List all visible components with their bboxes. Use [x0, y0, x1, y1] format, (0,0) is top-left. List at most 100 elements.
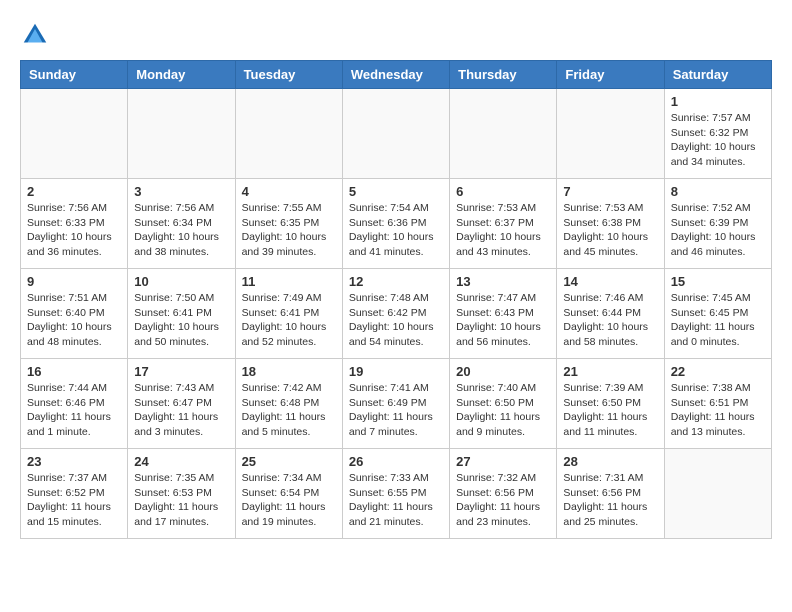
day-info: Sunrise: 7:56 AM Sunset: 6:33 PM Dayligh… — [27, 201, 121, 260]
calendar-cell: 7 Sunrise: 7:53 AM Sunset: 6:38 PM Daylig… — [557, 179, 664, 269]
calendar-cell — [21, 89, 128, 179]
calendar-cell — [557, 89, 664, 179]
day-number: 15 — [671, 274, 765, 289]
calendar-cell: 20 Sunrise: 7:40 AM Sunset: 6:50 PM Dayli… — [450, 359, 557, 449]
calendar-cell: 25 Sunrise: 7:34 AM Sunset: 6:54 PM Dayli… — [235, 449, 342, 539]
calendar-cell: 26 Sunrise: 7:33 AM Sunset: 6:55 PM Dayli… — [342, 449, 449, 539]
day-info: Sunrise: 7:38 AM Sunset: 6:51 PM Dayligh… — [671, 381, 765, 440]
day-info: Sunrise: 7:52 AM Sunset: 6:39 PM Dayligh… — [671, 201, 765, 260]
calendar-cell: 28 Sunrise: 7:31 AM Sunset: 6:56 PM Dayli… — [557, 449, 664, 539]
day-number: 25 — [242, 454, 336, 469]
calendar-week-1: 1 Sunrise: 7:57 AM Sunset: 6:32 PM Daylig… — [21, 89, 772, 179]
calendar-cell: 2 Sunrise: 7:56 AM Sunset: 6:33 PM Daylig… — [21, 179, 128, 269]
logo-icon — [20, 20, 50, 50]
day-info: Sunrise: 7:45 AM Sunset: 6:45 PM Dayligh… — [671, 291, 765, 350]
day-info: Sunrise: 7:33 AM Sunset: 6:55 PM Dayligh… — [349, 471, 443, 530]
day-info: Sunrise: 7:34 AM Sunset: 6:54 PM Dayligh… — [242, 471, 336, 530]
weekday-header-row: SundayMondayTuesdayWednesdayThursdayFrid… — [21, 61, 772, 89]
calendar-week-2: 2 Sunrise: 7:56 AM Sunset: 6:33 PM Daylig… — [21, 179, 772, 269]
day-number: 2 — [27, 184, 121, 199]
day-number: 10 — [134, 274, 228, 289]
calendar-cell: 16 Sunrise: 7:44 AM Sunset: 6:46 PM Dayli… — [21, 359, 128, 449]
calendar-cell: 21 Sunrise: 7:39 AM Sunset: 6:50 PM Dayli… — [557, 359, 664, 449]
day-info: Sunrise: 7:31 AM Sunset: 6:56 PM Dayligh… — [563, 471, 657, 530]
weekday-header-friday: Friday — [557, 61, 664, 89]
day-number: 20 — [456, 364, 550, 379]
weekday-header-tuesday: Tuesday — [235, 61, 342, 89]
day-info: Sunrise: 7:57 AM Sunset: 6:32 PM Dayligh… — [671, 111, 765, 170]
calendar-week-3: 9 Sunrise: 7:51 AM Sunset: 6:40 PM Daylig… — [21, 269, 772, 359]
calendar-cell: 11 Sunrise: 7:49 AM Sunset: 6:41 PM Dayli… — [235, 269, 342, 359]
day-number: 3 — [134, 184, 228, 199]
day-number: 12 — [349, 274, 443, 289]
day-number: 23 — [27, 454, 121, 469]
calendar-cell: 9 Sunrise: 7:51 AM Sunset: 6:40 PM Daylig… — [21, 269, 128, 359]
day-number: 27 — [456, 454, 550, 469]
calendar-cell: 13 Sunrise: 7:47 AM Sunset: 6:43 PM Dayli… — [450, 269, 557, 359]
calendar-cell — [128, 89, 235, 179]
day-number: 17 — [134, 364, 228, 379]
day-number: 6 — [456, 184, 550, 199]
calendar-cell: 15 Sunrise: 7:45 AM Sunset: 6:45 PM Dayli… — [664, 269, 771, 359]
day-info: Sunrise: 7:51 AM Sunset: 6:40 PM Dayligh… — [27, 291, 121, 350]
calendar-cell: 3 Sunrise: 7:56 AM Sunset: 6:34 PM Daylig… — [128, 179, 235, 269]
day-number: 1 — [671, 94, 765, 109]
calendar-cell: 12 Sunrise: 7:48 AM Sunset: 6:42 PM Dayli… — [342, 269, 449, 359]
calendar-cell: 23Sunrise: 7:37 AM Sunset: 6:52 PM Dayli… — [21, 449, 128, 539]
calendar-cell: 10 Sunrise: 7:50 AM Sunset: 6:41 PM Dayli… — [128, 269, 235, 359]
day-info: Sunrise: 7:49 AM Sunset: 6:41 PM Dayligh… — [242, 291, 336, 350]
calendar-cell — [664, 449, 771, 539]
day-info: Sunrise: 7:35 AM Sunset: 6:53 PM Dayligh… — [134, 471, 228, 530]
calendar-cell: 4 Sunrise: 7:55 AM Sunset: 6:35 PM Daylig… — [235, 179, 342, 269]
day-number: 11 — [242, 274, 336, 289]
day-info: Sunrise: 7:47 AM Sunset: 6:43 PM Dayligh… — [456, 291, 550, 350]
day-info: Sunrise: 7:42 AM Sunset: 6:48 PM Dayligh… — [242, 381, 336, 440]
calendar-table: SundayMondayTuesdayWednesdayThursdayFrid… — [20, 60, 772, 539]
day-number: 7 — [563, 184, 657, 199]
calendar-week-4: 16 Sunrise: 7:44 AM Sunset: 6:46 PM Dayli… — [21, 359, 772, 449]
day-info: Sunrise: 7:44 AM Sunset: 6:46 PM Dayligh… — [27, 381, 121, 440]
day-number: 8 — [671, 184, 765, 199]
day-info: Sunrise: 7:39 AM Sunset: 6:50 PM Dayligh… — [563, 381, 657, 440]
day-info: Sunrise: 7:40 AM Sunset: 6:50 PM Dayligh… — [456, 381, 550, 440]
day-info: Sunrise: 7:46 AM Sunset: 6:44 PM Dayligh… — [563, 291, 657, 350]
calendar-cell: 1 Sunrise: 7:57 AM Sunset: 6:32 PM Daylig… — [664, 89, 771, 179]
calendar-cell: 22 Sunrise: 7:38 AM Sunset: 6:51 PM Dayli… — [664, 359, 771, 449]
calendar-cell — [450, 89, 557, 179]
calendar-cell: 18 Sunrise: 7:42 AM Sunset: 6:48 PM Dayli… — [235, 359, 342, 449]
day-number: 19 — [349, 364, 443, 379]
weekday-header-wednesday: Wednesday — [342, 61, 449, 89]
weekday-header-thursday: Thursday — [450, 61, 557, 89]
day-info: Sunrise: 7:53 AM Sunset: 6:37 PM Dayligh… — [456, 201, 550, 260]
page-header — [20, 20, 772, 50]
day-number: 9 — [27, 274, 121, 289]
day-number: 24 — [134, 454, 228, 469]
day-number: 16 — [27, 364, 121, 379]
day-info: Sunrise: 7:48 AM Sunset: 6:42 PM Dayligh… — [349, 291, 443, 350]
day-number: 28 — [563, 454, 657, 469]
calendar-cell: 24 Sunrise: 7:35 AM Sunset: 6:53 PM Dayli… — [128, 449, 235, 539]
day-number: 13 — [456, 274, 550, 289]
day-number: 4 — [242, 184, 336, 199]
day-number: 14 — [563, 274, 657, 289]
day-info: Sunrise: 7:43 AM Sunset: 6:47 PM Dayligh… — [134, 381, 228, 440]
day-info: Sunrise: 7:55 AM Sunset: 6:35 PM Dayligh… — [242, 201, 336, 260]
day-number: 21 — [563, 364, 657, 379]
day-number: 22 — [671, 364, 765, 379]
calendar-cell: 27Sunrise: 7:32 AM Sunset: 6:56 PM Dayli… — [450, 449, 557, 539]
calendar-cell: 6 Sunrise: 7:53 AM Sunset: 6:37 PM Daylig… — [450, 179, 557, 269]
weekday-header-saturday: Saturday — [664, 61, 771, 89]
calendar-cell — [235, 89, 342, 179]
calendar-cell: 8 Sunrise: 7:52 AM Sunset: 6:39 PM Daylig… — [664, 179, 771, 269]
day-number: 18 — [242, 364, 336, 379]
day-info: Sunrise: 7:50 AM Sunset: 6:41 PM Dayligh… — [134, 291, 228, 350]
day-info: Sunrise: 7:56 AM Sunset: 6:34 PM Dayligh… — [134, 201, 228, 260]
calendar-cell: 19Sunrise: 7:41 AM Sunset: 6:49 PM Dayli… — [342, 359, 449, 449]
day-number: 26 — [349, 454, 443, 469]
calendar-week-5: 23Sunrise: 7:37 AM Sunset: 6:52 PM Dayli… — [21, 449, 772, 539]
day-number: 5 — [349, 184, 443, 199]
calendar-cell: 14 Sunrise: 7:46 AM Sunset: 6:44 PM Dayli… — [557, 269, 664, 359]
day-info: Sunrise: 7:54 AM Sunset: 6:36 PM Dayligh… — [349, 201, 443, 260]
calendar-cell — [342, 89, 449, 179]
day-info: Sunrise: 7:53 AM Sunset: 6:38 PM Dayligh… — [563, 201, 657, 260]
